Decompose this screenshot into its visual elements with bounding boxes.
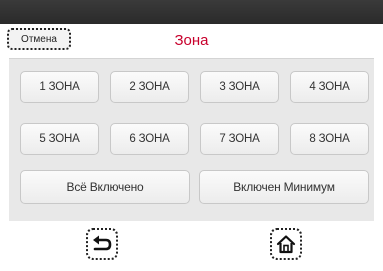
zone-7-button[interactable]: 7 ЗОНА xyxy=(200,123,279,155)
zone-3-button[interactable]: 3 ЗОНА xyxy=(200,71,279,103)
home-button[interactable] xyxy=(270,228,302,260)
all-on-button[interactable]: Всё Включено xyxy=(20,170,190,204)
zone-4-button[interactable]: 4 ЗОНА xyxy=(290,71,369,103)
back-button[interactable] xyxy=(86,228,118,260)
zone-8-button[interactable]: 8 ЗОНА xyxy=(290,123,369,155)
header: Отмена Зона xyxy=(0,24,383,58)
zone-1-button[interactable]: 1 ЗОНА xyxy=(20,71,99,103)
zone-5-button[interactable]: 5 ЗОНА xyxy=(20,123,99,155)
home-icon xyxy=(276,235,296,254)
top-status-bar xyxy=(0,0,383,24)
zone-6-button[interactable]: 6 ЗОНА xyxy=(110,123,189,155)
minimum-on-button[interactable]: Включен Минимум xyxy=(199,170,369,204)
zone-2-button[interactable]: 2 ЗОНА xyxy=(110,71,189,103)
page-title: Зона xyxy=(174,32,209,49)
zone-panel: 1 ЗОНА 2 ЗОНА 3 ЗОНА 4 ЗОНА 5 ЗОНА 6 ЗОН… xyxy=(9,58,374,221)
back-arrow-icon xyxy=(93,235,112,251)
